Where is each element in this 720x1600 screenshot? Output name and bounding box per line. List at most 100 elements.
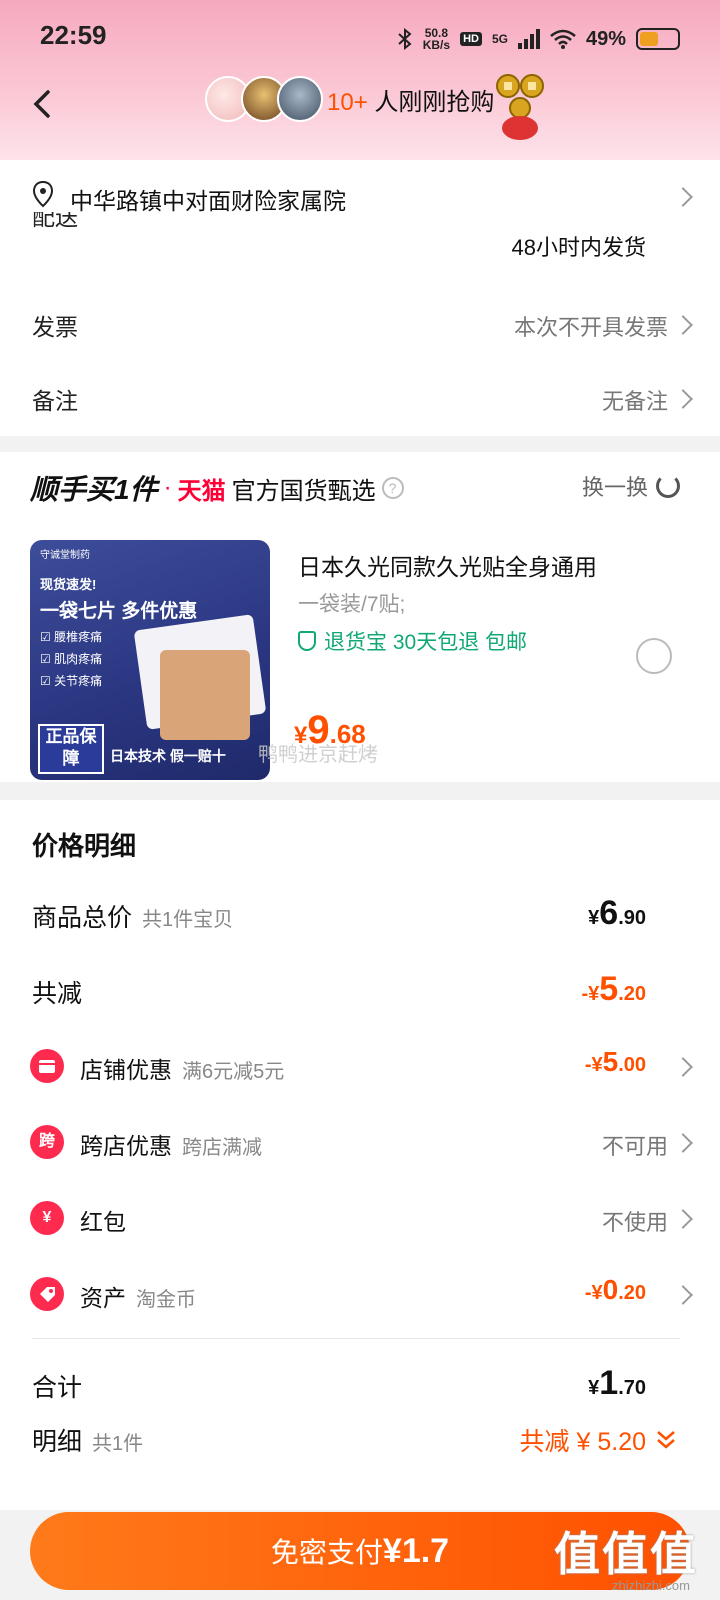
battery-text: 49%	[585, 27, 626, 50]
cross-store-value: 不可用	[601, 1134, 668, 1159]
store-discount-value: -¥5.00	[585, 1046, 646, 1078]
invoice-label: 发票	[32, 314, 78, 340]
recent-buyers-text: 10+ 人刚刚抢购	[327, 82, 494, 117]
site-watermark-url: zhizhizhi.com	[611, 1578, 690, 1593]
store-discount-rule: 满6元减5元	[182, 1061, 285, 1083]
amount-integer: 5	[602, 1046, 619, 1077]
status-icons: 50.8 KB/s HD 5G 49%	[397, 24, 680, 54]
store-discount-text: 店铺优惠	[80, 1057, 172, 1083]
detail-reduce-value: 共减 ¥ 5.20	[519, 1428, 646, 1456]
image-watermark-text: 鸭鸭进京赶烤	[258, 744, 378, 766]
red-packet-value: 不使用	[601, 1210, 668, 1235]
currency: -¥	[581, 983, 600, 1005]
total-price-text: 商品总价	[32, 904, 133, 932]
asset-type: 淘金币	[136, 1289, 196, 1311]
cross-store-label: 跨店优惠 跨店满减	[80, 1127, 262, 1161]
select-radio[interactable]	[636, 638, 672, 674]
double-chevron-down-icon	[657, 1431, 675, 1449]
amount-integer: 0	[602, 1274, 619, 1305]
amount-integer: 1	[599, 1364, 619, 1402]
back-arrow-icon[interactable]	[24, 84, 64, 124]
product-name[interactable]: 日本久光同款久光贴全身通用	[298, 548, 597, 582]
site-watermark: 值值值	[554, 1528, 698, 1580]
bundle-subtitle: 官方国货甄选	[231, 477, 376, 505]
net-speed-unit: KB/s	[422, 38, 451, 52]
store-icon	[30, 1049, 64, 1083]
avatar	[277, 76, 323, 122]
chevron-right-icon	[673, 1209, 693, 1229]
recent-buyers-count: 10+	[327, 89, 368, 116]
status-time: 22:59	[40, 20, 107, 50]
product-guarantee: 退货宝 30天包退 包邮	[298, 626, 527, 656]
product-spec: 一袋装/7贴;	[298, 593, 406, 616]
detail-count: 共1件	[92, 1433, 144, 1455]
pay-button-label: 免密支付	[270, 1537, 383, 1568]
address-text: 中华路镇中对面财险家属院	[70, 188, 346, 214]
asset-text: 资产	[80, 1285, 126, 1311]
battery-level	[640, 32, 658, 46]
product-image-check: ☑ 腰椎疼痛	[40, 630, 103, 644]
price-detail-title: 价格明细	[32, 831, 137, 861]
status-bar: 22:59 50.8 KB/s HD 5G 49%	[0, 0, 720, 72]
divider	[32, 1338, 680, 1339]
location-pin-icon	[32, 180, 54, 208]
swap-button[interactable]: 换一换	[582, 470, 680, 502]
asset-row[interactable]: 资产 淘金币 -¥0.20	[0, 1264, 720, 1324]
chevron-right-icon	[673, 315, 693, 335]
amount-decimal: .90	[618, 907, 646, 929]
store-discount-row[interactable]: 店铺优惠 满6元减5元 -¥5.00	[0, 1036, 720, 1096]
total-reduce-value: -¥5.20	[581, 970, 646, 1009]
product-box-illustration	[160, 650, 250, 740]
asset-label: 资产 淘金币	[80, 1279, 196, 1313]
asset-value: -¥0.20	[585, 1274, 646, 1306]
delivery-value: 48小时内发货	[511, 235, 646, 258]
product-image-line2: 一袋七片 多件优惠	[40, 601, 198, 622]
red-packet-label: 红包	[80, 1209, 126, 1235]
bundle-title: 顺手买1件 · 天猫 官方国货甄选 ?	[30, 468, 404, 508]
delivery-row: 配送 48小时内发货	[0, 212, 720, 258]
currency: -¥	[584, 1054, 603, 1076]
bundle-title-main: 顺手买1件	[30, 474, 158, 505]
recent-buyers-label: 人刚刚抢购	[367, 89, 495, 116]
detail-text: 明细	[32, 1428, 83, 1456]
cross-store-row[interactable]: 跨 跨店优惠 跨店满减 不可用	[0, 1112, 720, 1172]
nav-bar: 10+ 人刚刚抢购	[0, 72, 720, 152]
shield-icon	[298, 631, 316, 651]
total-price-value: ¥6.90	[588, 894, 646, 933]
help-icon[interactable]: ?	[381, 477, 404, 499]
hd-icon: HD	[460, 32, 482, 46]
total-price-label: 商品总价 共1件宝贝	[32, 898, 233, 934]
amount-decimal: .70	[618, 1377, 646, 1399]
order-info-card: 中华路镇中对面财险家属院 配送 48小时内发货 发票 本次不开具发票 备注 无备…	[0, 160, 720, 436]
bluetooth-icon	[398, 28, 412, 50]
price-detail-card: 价格明细 商品总价 共1件宝贝 ¥6.90 共减 -¥5.20 店铺优惠 满6元减5…	[0, 800, 720, 1510]
red-packet-row[interactable]: ¥ 红包 不使用	[0, 1188, 720, 1248]
cross-store-text: 跨店优惠	[80, 1133, 172, 1159]
product-image-line1: 现货速发!	[40, 577, 97, 592]
product-image-footer: 日本技术 假一赔十	[110, 748, 226, 764]
buyer-avatars	[205, 76, 323, 122]
chevron-right-icon	[673, 1285, 693, 1305]
wifi-icon	[550, 29, 576, 49]
network-type: 5G	[491, 32, 508, 46]
amount-integer: 5	[599, 970, 619, 1008]
battery-icon	[636, 28, 680, 50]
invoice-row[interactable]: 发票 本次不开具发票	[0, 294, 720, 354]
remark-row[interactable]: 备注 无备注	[0, 368, 720, 428]
detail-expand[interactable]: 共减 ¥ 5.20	[520, 1422, 676, 1458]
red-packet-icon: ¥	[30, 1201, 64, 1235]
store-discount-label: 店铺优惠 满6元减5元	[80, 1051, 284, 1085]
total-items-count: 共1件宝贝	[142, 909, 234, 931]
product-image-check: ☑ 关节疼痛	[40, 674, 103, 688]
net-speed: 50.8 KB/s	[423, 27, 450, 51]
bundle-card: 顺手买1件 · 天猫 官方国货甄选 ? 换一换 守诚堂制药 现货速发! 一袋七片…	[0, 452, 720, 782]
product-image[interactable]: 守诚堂制药 现货速发! 一袋七片 多件优惠 ☑ 腰椎疼痛 ☑ 肌肉疼痛 ☑ 关节…	[30, 540, 270, 780]
sum-value: ¥1.70	[588, 1364, 646, 1403]
amount-decimal: .20	[618, 1282, 646, 1304]
chevron-right-icon	[673, 187, 693, 207]
chevron-right-icon	[673, 389, 693, 409]
refresh-icon	[656, 474, 680, 498]
signal-icon	[517, 29, 540, 49]
amount-decimal: .00	[618, 1054, 646, 1076]
chevron-right-icon	[673, 1057, 693, 1077]
